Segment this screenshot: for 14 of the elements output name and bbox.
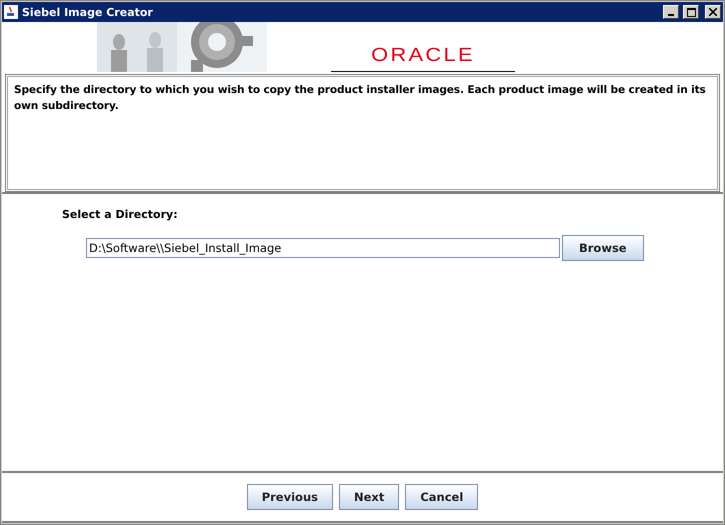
directory-label: Select a Directory: (62, 208, 179, 221)
nav-button[interactable]: Next (338, 484, 400, 510)
window-title: Siebel Image Creator (22, 6, 154, 18)
maximize-button[interactable] (683, 5, 699, 19)
close-button[interactable] (705, 5, 721, 19)
browse-button[interactable]: Browse (562, 235, 644, 261)
description-text: Specify the directory to which you wish to copy the product installer images. Each product image will be created in its own subdirectory. (14, 83, 707, 114)
logo: ORACLE (331, 45, 515, 72)
nav-button[interactable]: Cancel (405, 484, 478, 510)
close-icon (709, 8, 717, 16)
directory-field[interactable]: D:\Software\\Siebel_Install_Image (86, 238, 560, 258)
maximize-icon (686, 8, 696, 16)
minimize-button[interactable] (663, 5, 679, 19)
nav-button[interactable]: Previous (246, 484, 333, 510)
